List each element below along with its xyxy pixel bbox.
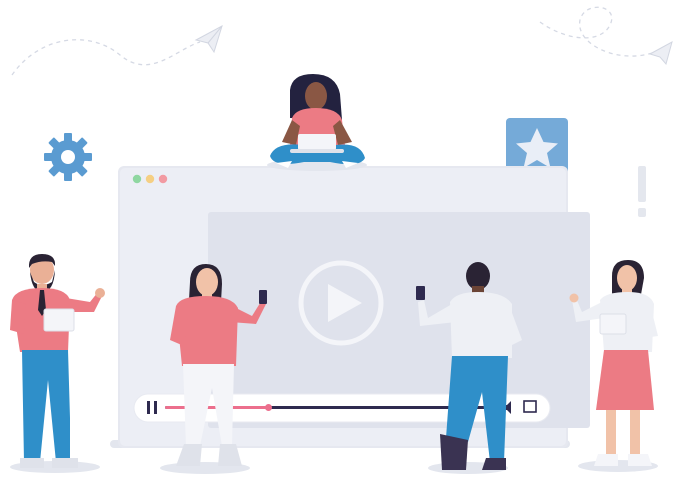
dashed-flight-path-right <box>539 6 656 57</box>
illustration-stage <box>0 0 673 478</box>
exclamation-icon <box>638 166 646 217</box>
window-dot-red[interactable] <box>158 174 168 184</box>
window-controls <box>132 174 168 184</box>
window-dot-green[interactable] <box>132 174 142 184</box>
video-collaboration-illustration <box>10 6 673 474</box>
person-man-with-tablet <box>10 254 105 468</box>
progress-knob[interactable] <box>265 404 272 411</box>
dashed-flight-path-left <box>11 39 201 76</box>
gear-icon <box>44 133 92 181</box>
paper-plane-icon <box>194 24 223 54</box>
person-sitting-with-laptop <box>267 74 367 171</box>
paper-plane-icon <box>648 40 673 66</box>
window-dot-yellow[interactable] <box>145 174 155 184</box>
